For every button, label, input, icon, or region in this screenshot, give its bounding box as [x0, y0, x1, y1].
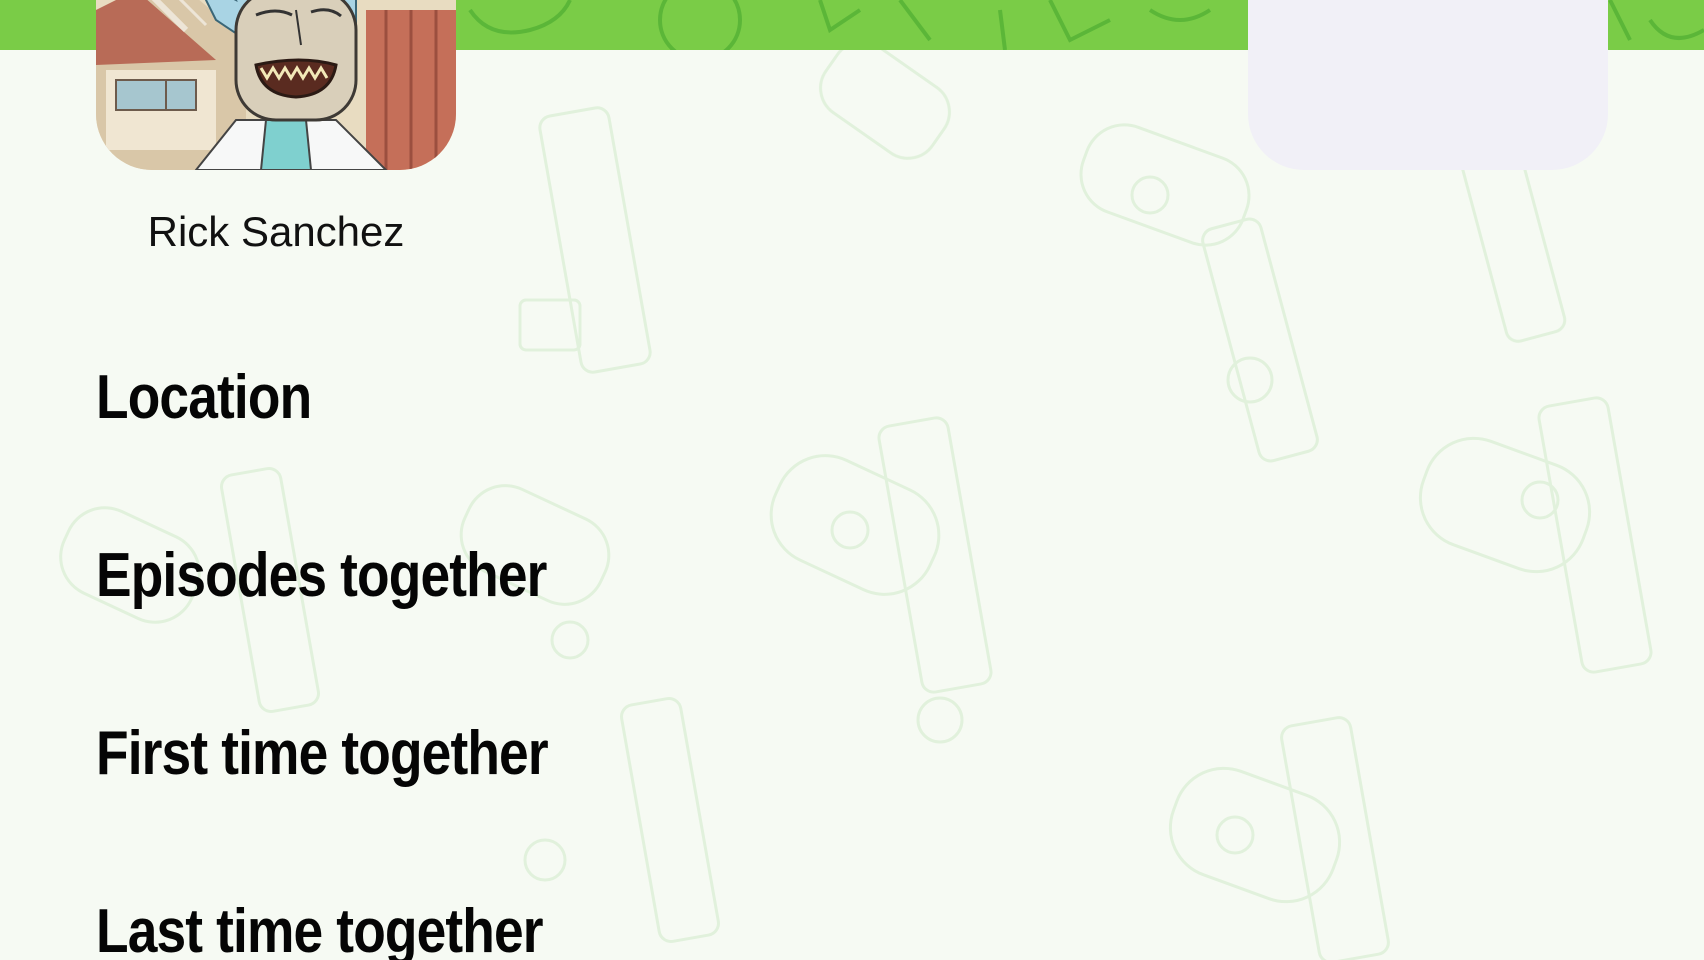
secondary-card [1248, 0, 1608, 170]
character-name: Rick Sanchez [147, 208, 405, 255]
section-first-time-together-heading: First time together [96, 719, 549, 788]
section-last-time-together-heading: Last time together [96, 897, 544, 960]
section-episodes-together-heading: Episodes together [96, 541, 547, 610]
character-detail-screen: Rick Sanchez Location Episodes together … [0, 0, 1704, 960]
rick-sanchez-portrait-icon [96, 0, 456, 170]
section-location-heading: Location [96, 363, 312, 432]
character-avatar [96, 0, 456, 170]
